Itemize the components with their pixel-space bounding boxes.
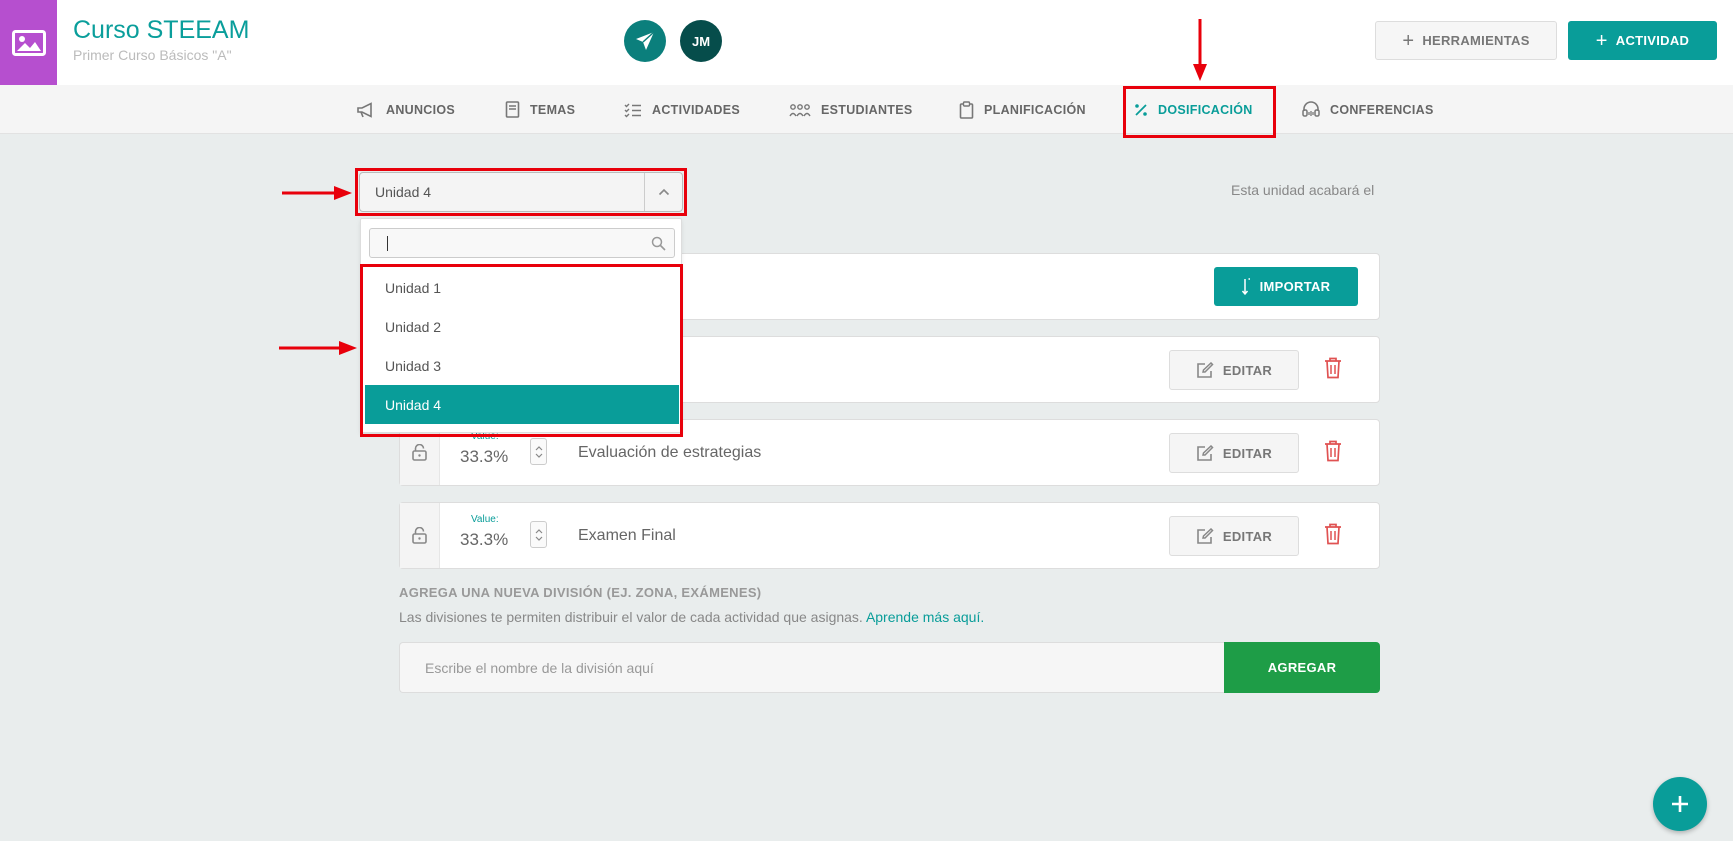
delete-division-button[interactable] bbox=[1324, 440, 1342, 467]
megaphone-icon bbox=[357, 101, 372, 118]
tools-button-label: HERRAMIENTAS bbox=[1422, 33, 1530, 48]
import-button-label: IMPORTAR bbox=[1259, 279, 1331, 294]
tab-dosificacion[interactable]: DOSIFICACIÓN bbox=[1134, 85, 1253, 134]
tab-label: PLANIFICACIÓN bbox=[984, 102, 1086, 117]
add-division-form: AGREGAR bbox=[399, 642, 1380, 693]
delete-division-button[interactable] bbox=[1324, 357, 1342, 384]
import-icon bbox=[1241, 277, 1250, 295]
plus-icon: + bbox=[1402, 29, 1415, 52]
tab-label: ANUNCIOS bbox=[386, 102, 456, 117]
send-message-button[interactable] bbox=[624, 20, 666, 62]
edit-icon bbox=[1197, 361, 1214, 378]
book-icon bbox=[505, 101, 520, 118]
division-card: Value: 33.3% Examen Final EDITAR bbox=[399, 502, 1380, 569]
unit-search-input[interactable] bbox=[369, 228, 675, 258]
course-subtitle: Primer Curso Básicos "A" bbox=[73, 47, 232, 63]
division-title: Evaluación de estrategias bbox=[578, 444, 762, 461]
edit-division-button[interactable]: EDITAR bbox=[1169, 350, 1299, 390]
students-icon bbox=[789, 103, 811, 116]
trash-icon bbox=[1325, 440, 1341, 462]
division-title: Examen Final bbox=[578, 527, 676, 544]
trash-icon bbox=[1325, 523, 1341, 545]
edit-button-label: EDITAR bbox=[1222, 362, 1273, 378]
annotation-arrow bbox=[279, 341, 357, 355]
percent-icon bbox=[1135, 103, 1147, 116]
edit-button-label: EDITAR bbox=[1222, 528, 1273, 544]
edit-button-label: EDITAR bbox=[1222, 445, 1273, 461]
unit-select-value: Unidad 4 bbox=[375, 184, 432, 200]
delete-division-button[interactable] bbox=[1324, 523, 1342, 550]
unit-option[interactable]: Unidad 1 bbox=[365, 268, 679, 307]
value-label: Value: bbox=[471, 514, 499, 525]
chevron-up-icon bbox=[535, 445, 542, 450]
add-division-help: Las divisiones te permiten distribuir el… bbox=[399, 609, 984, 625]
tab-conferencias[interactable]: CONFERENCIAS bbox=[1302, 85, 1434, 134]
headset-icon bbox=[1302, 101, 1320, 117]
tab-temas[interactable]: TEMAS bbox=[505, 85, 575, 134]
edit-icon bbox=[1197, 527, 1214, 544]
tools-button[interactable]: + HERRAMIENTAS bbox=[1375, 21, 1557, 60]
unit-dropdown: Unidad 1 Unidad 2 Unidad 3 Unidad 4 bbox=[360, 218, 682, 433]
course-image-icon[interactable] bbox=[0, 0, 57, 85]
plus-icon: + bbox=[1595, 29, 1608, 52]
course-nav: ANUNCIOS TEMAS ACTIVIDADES ESTUDIANTES P… bbox=[0, 85, 1733, 134]
value-stepper[interactable] bbox=[530, 521, 547, 548]
edit-icon bbox=[1197, 444, 1214, 461]
user-avatar[interactable]: JM bbox=[680, 20, 722, 62]
chevron-up-icon bbox=[535, 528, 542, 533]
add-division-heading: AGREGA UNA NUEVA DIVISIÓN (EJ. ZONA, EXÁ… bbox=[399, 585, 762, 600]
trash-icon bbox=[1325, 357, 1341, 379]
chevron-up-icon bbox=[658, 188, 669, 196]
division-name-input[interactable] bbox=[399, 642, 1225, 693]
import-button[interactable]: IMPORTAR bbox=[1214, 267, 1358, 306]
header: Curso STEEAM Primer Curso Básicos "A" JM… bbox=[0, 0, 1733, 85]
unlock-icon bbox=[412, 444, 427, 461]
unit-end-date-label: Esta unidad acabará el bbox=[1231, 182, 1375, 198]
tab-actividades[interactable]: ACTIVIDADES bbox=[624, 85, 740, 134]
floating-add-button[interactable] bbox=[1653, 777, 1707, 831]
text-caret bbox=[387, 236, 388, 251]
unit-select[interactable]: Unidad 4 bbox=[359, 172, 683, 212]
division-value-input[interactable]: 33.3% bbox=[460, 530, 508, 550]
unit-option[interactable]: Unidad 2 bbox=[365, 307, 679, 346]
learn-more-link[interactable]: Aprende más aquí. bbox=[866, 609, 984, 625]
lock-toggle[interactable] bbox=[400, 503, 440, 568]
unit-select-toggle[interactable] bbox=[644, 173, 682, 211]
add-division-help-text: Las divisiones te permiten distribuir el… bbox=[399, 609, 863, 625]
edit-division-button[interactable]: EDITAR bbox=[1169, 516, 1299, 556]
tab-estudiantes[interactable]: ESTUDIANTES bbox=[789, 85, 913, 134]
checklist-icon bbox=[624, 103, 641, 117]
tab-label: DOSIFICACIÓN bbox=[1158, 102, 1253, 117]
unit-option-selected[interactable]: Unidad 4 bbox=[365, 385, 679, 424]
chevron-down-icon bbox=[535, 536, 542, 541]
add-activity-button-label: ACTIVIDAD bbox=[1615, 33, 1690, 48]
tab-label: TEMAS bbox=[530, 102, 576, 117]
tab-label: ESTUDIANTES bbox=[821, 102, 913, 117]
clipboard-icon bbox=[959, 100, 974, 119]
division-value-input[interactable]: 33.3% bbox=[460, 447, 508, 467]
tab-label: CONFERENCIAS bbox=[1330, 102, 1434, 117]
annotation-arrow bbox=[282, 186, 352, 200]
unlock-icon bbox=[412, 527, 427, 544]
search-icon bbox=[651, 236, 666, 251]
course-title: Curso STEEAM bbox=[73, 16, 250, 44]
tab-planificacion[interactable]: PLANIFICACIÓN bbox=[959, 85, 1086, 134]
add-activity-button[interactable]: + ACTIVIDAD bbox=[1568, 21, 1717, 60]
tab-label: ACTIVIDADES bbox=[652, 102, 741, 117]
unit-option-list: Unidad 1 Unidad 2 Unidad 3 Unidad 4 bbox=[365, 268, 679, 424]
tab-anuncios[interactable]: ANUNCIOS bbox=[356, 85, 455, 134]
plus-icon bbox=[1672, 796, 1688, 812]
paper-plane-icon bbox=[636, 31, 655, 50]
chevron-down-icon bbox=[535, 453, 542, 458]
value-stepper[interactable] bbox=[530, 438, 547, 465]
add-division-button[interactable]: AGREGAR bbox=[1224, 642, 1380, 693]
edit-division-button[interactable]: EDITAR bbox=[1169, 433, 1299, 473]
unit-option[interactable]: Unidad 3 bbox=[365, 346, 679, 385]
